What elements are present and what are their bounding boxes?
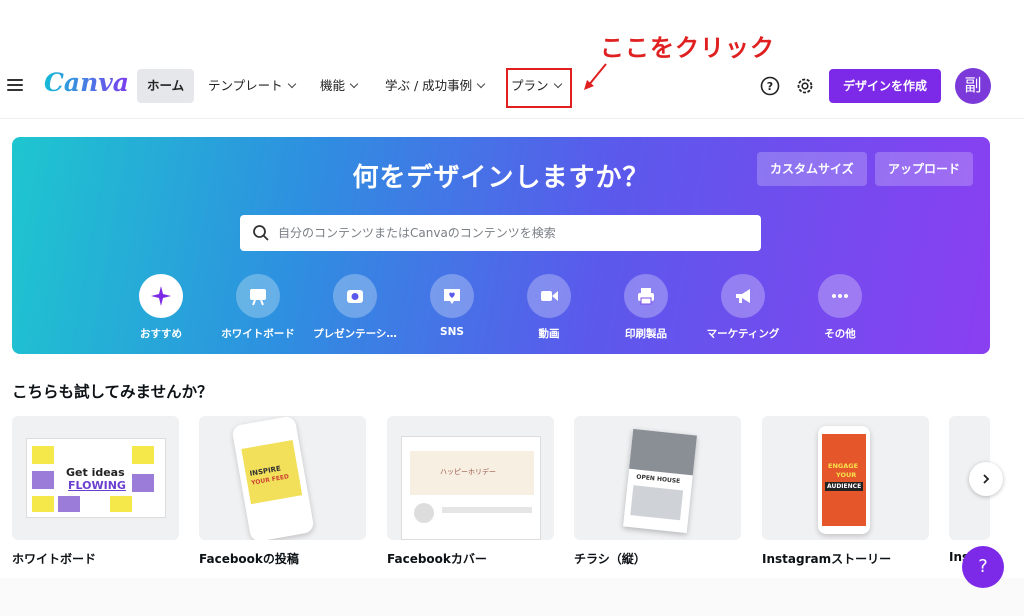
category-label: 動画 xyxy=(538,328,560,340)
category-sns[interactable]: SNS xyxy=(402,274,502,338)
category-label: マーケティング xyxy=(706,328,780,340)
question-circle-icon[interactable]: ? xyxy=(759,75,781,97)
hero-banner: 何をデザインしますか？ カスタムサイズ アップロード おすすめ ホワイトボード xyxy=(12,137,990,354)
category-video[interactable]: 動画 xyxy=(499,274,599,341)
card-whiteboard[interactable]: Get ideas FLOWING ホワイトボード xyxy=(12,416,179,567)
search-bar xyxy=(240,215,761,251)
thumb-text: AUDIENCE xyxy=(825,482,864,491)
thumb-text: YOUR xyxy=(836,471,857,479)
card-facebook-post[interactable]: INSPIRE YOUR FEED Facebookの投稿 xyxy=(199,416,366,567)
card-label: Instagramストーリー xyxy=(762,552,892,566)
chevron-right-icon xyxy=(983,474,990,484)
printer-icon xyxy=(638,288,654,305)
card-flyer[interactable]: OPEN HOUSE チラシ（縦） xyxy=(574,416,741,567)
card-instagram-story[interactable]: ENGAGE YOUR AUDIENCE Instagramストーリー xyxy=(762,416,929,567)
create-design-button[interactable]: デザインを作成 xyxy=(829,69,941,103)
menu-icon[interactable] xyxy=(7,76,23,98)
heart-chat-icon xyxy=(444,289,460,304)
nav-plans[interactable]: プラン xyxy=(511,69,562,103)
avatar[interactable]: 副 xyxy=(955,68,991,104)
card-facebook-cover[interactable]: ハッピーホリデー Facebookカバー xyxy=(387,416,554,567)
card-thumbnail: INSPIRE YOUR FEED xyxy=(199,416,366,540)
category-label: ホワイトボード xyxy=(221,328,295,340)
card-thumbnail: ENGAGE YOUR AUDIENCE xyxy=(762,416,929,540)
chevron-down-icon xyxy=(553,79,562,89)
nav-learn[interactable]: 学ぶ / 成功事例 xyxy=(385,69,486,103)
nav-features-label: 機能 xyxy=(320,78,346,93)
help-button[interactable]: ? xyxy=(962,546,1004,588)
category-more[interactable]: その他 xyxy=(790,274,890,341)
category-whiteboard[interactable]: ホワイトボード xyxy=(208,274,308,341)
card-thumbnail: OPEN HOUSE xyxy=(574,416,741,540)
card-label: Facebookの投稿 xyxy=(199,552,299,566)
sparkle-icon xyxy=(151,286,171,306)
upload-button[interactable]: アップロード xyxy=(875,152,974,186)
category-label: 印刷製品 xyxy=(625,328,667,340)
megaphone-icon xyxy=(736,289,750,303)
search-input[interactable] xyxy=(278,215,748,251)
nav-features[interactable]: 機能 xyxy=(320,69,359,103)
card-label: Facebookカバー xyxy=(387,552,487,566)
category-marketing[interactable]: マーケティング xyxy=(693,274,793,341)
nav-home-label: ホーム xyxy=(147,78,185,93)
chevron-down-icon xyxy=(349,79,359,89)
category-label: おすすめ xyxy=(140,328,182,340)
card-thumbnail: ハッピーホリデー xyxy=(387,416,554,540)
nav-templates-label: テンプレート xyxy=(208,78,283,93)
category-label: その他 xyxy=(824,328,856,340)
nav-templates[interactable]: テンプレート xyxy=(208,69,296,103)
footer-area xyxy=(0,578,1024,616)
category-presentation[interactable]: プレゼンテーシ… xyxy=(305,274,405,341)
gear-icon[interactable] xyxy=(794,75,816,97)
carousel-next-button[interactable] xyxy=(969,462,1003,496)
nav-home[interactable]: ホーム xyxy=(137,69,195,103)
card-label: ホワイトボード xyxy=(12,552,97,566)
chevron-down-icon xyxy=(476,79,486,89)
category-label: プレゼンテーシ… xyxy=(313,328,397,340)
category-label: SNS xyxy=(440,326,464,338)
suggestions-title: こちらも試してみませんか？ xyxy=(12,383,213,401)
thumb-text: OPEN HOUSE xyxy=(635,473,681,486)
custom-size-button[interactable]: カスタムサイズ xyxy=(757,152,867,186)
header-divider xyxy=(0,118,1024,119)
thumb-text: Get ideas xyxy=(66,466,125,479)
thumb-text: FLOWING xyxy=(68,479,126,492)
more-icon xyxy=(832,294,848,298)
nav-plans-label: プラン xyxy=(511,78,549,93)
chevron-down-icon xyxy=(287,79,296,89)
thumb-text: ENGAGE xyxy=(828,462,859,470)
annotation-label: ここをクリック xyxy=(600,34,775,62)
nav-learn-label: 学ぶ / 成功事例 xyxy=(385,78,473,93)
category-recommended[interactable]: おすすめ xyxy=(111,274,211,341)
card-thumbnail: Get ideas FLOWING xyxy=(12,416,179,540)
presentation-icon xyxy=(347,290,363,303)
canva-logo[interactable]: Canva xyxy=(44,68,129,97)
video-icon xyxy=(541,291,558,301)
card-label: チラシ（縦） xyxy=(574,552,646,566)
thumb-text: ハッピーホリデー xyxy=(440,468,496,476)
category-print[interactable]: 印刷製品 xyxy=(596,274,696,341)
top-header: Canva ホーム テンプレート 機能 学ぶ / 成功事例 プラン ? デザイン… xyxy=(0,62,1024,112)
svg-text:?: ? xyxy=(767,80,773,93)
search-icon xyxy=(253,225,269,241)
whiteboard-icon xyxy=(250,289,266,306)
